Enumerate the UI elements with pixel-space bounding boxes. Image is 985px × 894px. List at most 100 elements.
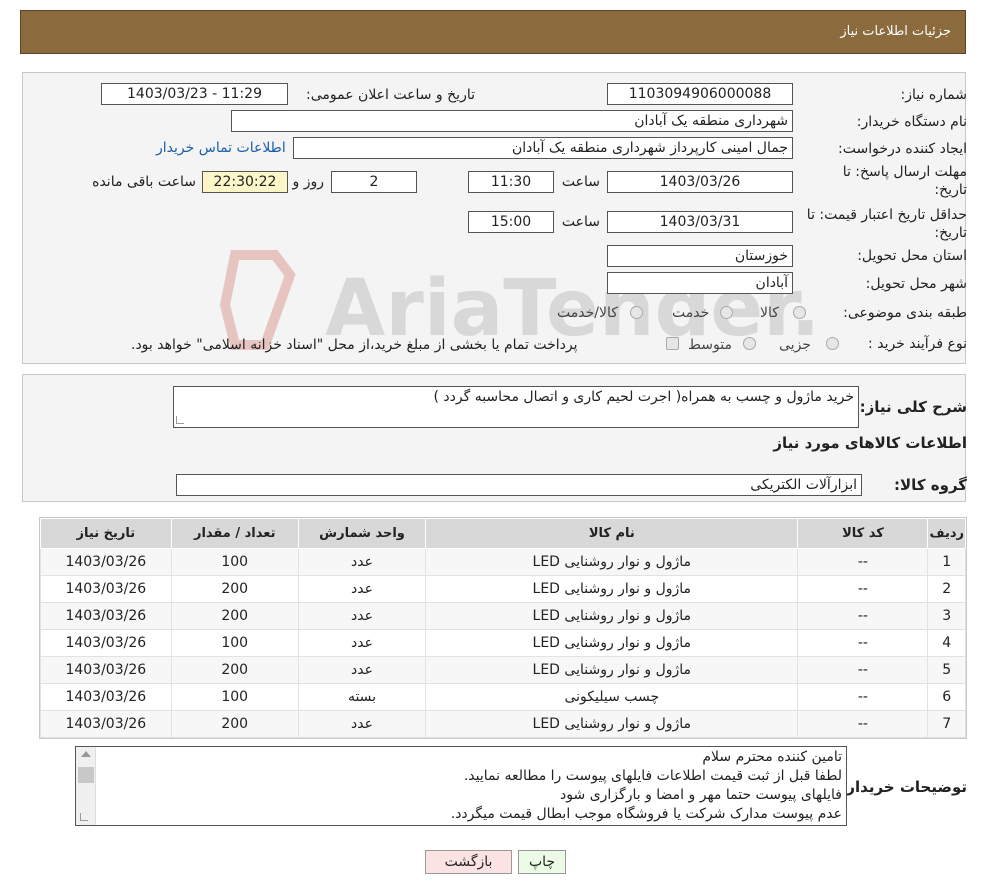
cell-code: -- (797, 710, 929, 738)
cell-quantity: 100 (170, 629, 299, 657)
cell-unit: عدد (297, 656, 427, 684)
scroll-up-arrow-icon[interactable] (81, 751, 91, 757)
cell-code: -- (797, 683, 929, 711)
scroll-thumb[interactable] (78, 767, 94, 783)
cell-quantity: 200 (170, 656, 299, 684)
cell-row-number: 2 (927, 575, 966, 603)
cell-quantity: 100 (170, 548, 299, 576)
deadline-label-date: تاریخ: (934, 182, 967, 198)
cell-name: ماژول و نوار روشنایی LED (425, 602, 799, 630)
cell-name: ماژول و نوار روشنایی LED (425, 656, 799, 684)
col-header-quantity: تعداد / مقدار (170, 518, 299, 549)
cell-name: ماژول و نوار روشنایی LED (425, 575, 799, 603)
cell-quantity: 200 (170, 710, 299, 738)
table-header-row: ردیف کد کالا نام کالا واحد شمارش تعداد /… (40, 518, 966, 549)
resize-grip-icon[interactable] (80, 813, 88, 821)
goods-group-label: گروه کالا: (894, 476, 967, 494)
table-row: 4 -- ماژول و نوار روشنایی LED عدد 100 14… (40, 629, 966, 657)
notes-label: توضیحات خریدار: (840, 778, 967, 796)
cell-quantity: 200 (170, 602, 299, 630)
col-header-unit: واحد شمارش (297, 518, 427, 549)
goods-section-title: اطلاعات کالاهای مورد نیاز (773, 434, 967, 452)
process-label: نوع فرآیند خرید : (868, 336, 967, 352)
cell-row-number: 5 (927, 656, 966, 684)
cell-date: 1403/03/26 (40, 575, 172, 603)
buyer-org-field: شهرداری منطقه یک آبادان (231, 110, 793, 132)
table-row: 3 -- ماژول و نوار روشنایی LED عدد 200 14… (40, 602, 966, 630)
cell-date: 1403/03/26 (40, 656, 172, 684)
buyer-contact-link[interactable]: اطلاعات تماس خریدار (156, 140, 286, 156)
cell-code: -- (797, 629, 929, 657)
process-note: پرداخت تمام یا بخشی از مبلغ خرید،از محل … (131, 337, 578, 353)
notes-field[interactable]: تامین کننده محترم سلام لطفا قبل از ثبت ق… (75, 746, 847, 826)
cell-date: 1403/03/26 (40, 548, 172, 576)
cell-quantity: 200 (170, 575, 299, 603)
items-table: ردیف کد کالا نام کالا واحد شمارش تعداد /… (40, 518, 966, 738)
cell-date: 1403/03/26 (40, 710, 172, 738)
validity-date-field: 1403/03/31 (607, 211, 793, 233)
cell-date: 1403/03/26 (40, 629, 172, 657)
category-both-label: کالا/خدمت (557, 305, 618, 321)
validity-time-label: ساعت (561, 214, 600, 230)
remaining-label: ساعت باقی مانده (92, 174, 196, 190)
days-label: روز و (292, 174, 325, 190)
deadline-time-field: 11:30 (468, 171, 554, 193)
need-number-field: 1103094906000088 (607, 83, 793, 105)
category-radio-service[interactable] (720, 306, 733, 319)
validity-label: حداقل تاریخ اعتبار قیمت: تا (806, 207, 967, 223)
cell-name: چسب سیلیکونی (425, 683, 799, 711)
notes-line: فایلهای پیوست حتما مهر و امضا و بارگزاری… (560, 787, 842, 803)
cell-row-number: 7 (927, 710, 966, 738)
announce-field: 1403/03/23 - 11:29 (101, 83, 288, 105)
page-title: جزئیات اطلاعات نیاز (840, 24, 951, 39)
cell-code: -- (797, 548, 929, 576)
category-service-label: خدمت (672, 305, 710, 321)
col-header-code: کد کالا (797, 518, 929, 549)
remaining-time-field: 22:30:22 (202, 171, 288, 193)
process-radio-medium[interactable] (743, 337, 756, 350)
province-field: خوزستان (607, 245, 793, 267)
resize-grip-icon[interactable] (176, 416, 184, 424)
process-medium-label: متوسط (688, 337, 732, 353)
cell-date: 1403/03/26 (40, 602, 172, 630)
cell-code: -- (797, 602, 929, 630)
cell-unit: عدد (297, 602, 427, 630)
notes-line: لطفا قبل از ثبت قیمت اطلاعات فایلهای پیو… (463, 768, 842, 784)
cell-unit: عدد (297, 548, 427, 576)
cell-row-number: 1 (927, 548, 966, 576)
back-button[interactable]: بازگشت (425, 850, 512, 874)
process-small-label: جزیی (779, 337, 811, 353)
description-field[interactable]: خرید ماژول و چسب به همراه( اجرت لحیم کار… (173, 386, 859, 428)
cell-unit: عدد (297, 629, 427, 657)
category-radio-goods[interactable] (793, 306, 806, 319)
description-label: شرح کلی نیاز: (859, 398, 967, 416)
deadline-label: مهلت ارسال پاسخ: تا (842, 164, 967, 180)
print-button[interactable]: چاپ (518, 850, 566, 874)
requester-label: ایجاد کننده درخواست: (838, 141, 967, 157)
table-row: 6 -- چسب سیلیکونی بسته 100 1403/03/26 (40, 683, 966, 711)
validity-time-field: 15:00 (468, 211, 554, 233)
category-radio-both[interactable] (630, 306, 643, 319)
deadline-time-label: ساعت (561, 174, 600, 190)
process-radio-small[interactable] (826, 337, 839, 350)
cell-unit: عدد (297, 575, 427, 603)
cell-name: ماژول و نوار روشنایی LED (425, 710, 799, 738)
category-label: طبقه بندی موضوعی: (843, 305, 967, 321)
process-checkbox-treasury[interactable] (666, 337, 679, 350)
requester-field: جمال امینی کارپرداز شهرداری منطقه یک آبا… (293, 137, 793, 159)
cell-code: -- (797, 656, 929, 684)
cell-quantity: 100 (170, 683, 299, 711)
days-field: 2 (331, 171, 417, 193)
col-header-name: نام کالا (425, 518, 799, 549)
table-row: 1 -- ماژول و نوار روشنایی LED عدد 100 14… (40, 548, 966, 576)
cell-row-number: 3 (927, 602, 966, 630)
table-row: 7 -- ماژول و نوار روشنایی LED عدد 200 14… (40, 710, 966, 738)
need-number-label: شماره نیاز: (900, 87, 968, 103)
cell-row-number: 4 (927, 629, 966, 657)
notes-line: تامین کننده محترم سلام (702, 749, 842, 765)
cell-name: ماژول و نوار روشنایی LED (425, 548, 799, 576)
province-label: استان محل تحویل: (857, 248, 967, 264)
notes-scrollbar[interactable] (76, 747, 96, 825)
cell-unit: بسته (297, 683, 427, 711)
category-goods-label: کالا (760, 305, 779, 321)
